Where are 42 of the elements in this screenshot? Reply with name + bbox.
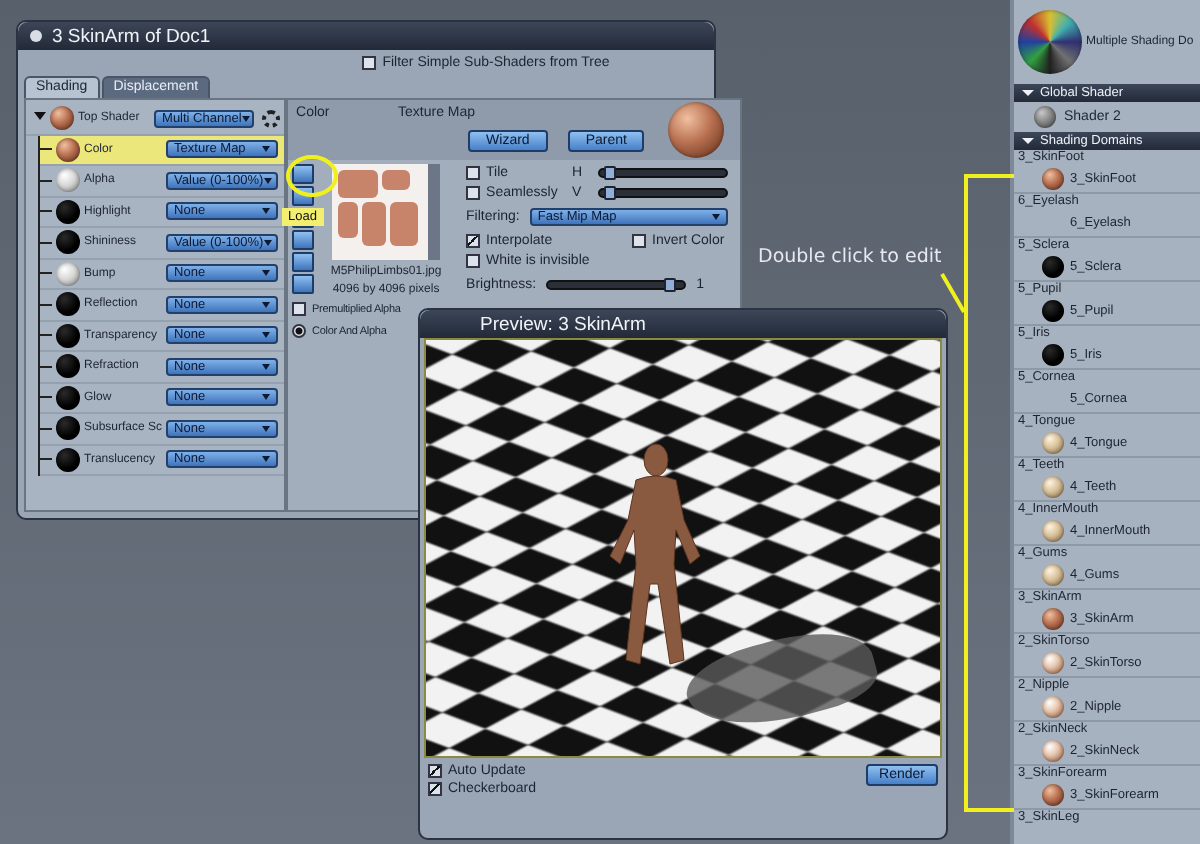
image-tool-button[interactable] bbox=[292, 164, 315, 184]
slider[interactable] bbox=[598, 168, 729, 178]
checkbox[interactable] bbox=[292, 302, 307, 316]
thumbnail-scrollbar bbox=[428, 164, 441, 260]
window-dot-icon bbox=[30, 30, 42, 42]
checkbox[interactable] bbox=[632, 234, 647, 248]
caret-icon bbox=[263, 177, 272, 184]
annotation-text: Double click to edit bbox=[758, 246, 942, 268]
caret-icon bbox=[262, 425, 271, 432]
gear-icon bbox=[262, 109, 281, 128]
window-title: 3 SkinArm of Doc1 bbox=[52, 25, 211, 47]
leader-line bbox=[940, 273, 966, 313]
caret-icon bbox=[262, 363, 271, 370]
checkbox[interactable] bbox=[466, 254, 481, 268]
image-tool-button[interactable] bbox=[292, 274, 315, 294]
checkbox[interactable] bbox=[466, 166, 481, 180]
slider[interactable] bbox=[598, 188, 729, 198]
caret-icon bbox=[262, 301, 271, 308]
caret-icon bbox=[262, 456, 271, 463]
slider-thumb[interactable] bbox=[663, 278, 676, 292]
radio-button[interactable] bbox=[292, 324, 307, 338]
slider[interactable] bbox=[546, 280, 687, 290]
highlight-circle bbox=[286, 155, 338, 197]
checkbox[interactable] bbox=[466, 186, 481, 200]
checkbox[interactable] bbox=[362, 56, 377, 70]
window-title: Preview: 3 SkinArm bbox=[480, 313, 646, 335]
checkbox[interactable] bbox=[466, 234, 481, 248]
caret-icon bbox=[263, 239, 272, 246]
image-tool-button[interactable] bbox=[292, 252, 315, 272]
image-tool-button[interactable] bbox=[292, 230, 315, 250]
caret-icon bbox=[712, 214, 721, 220]
checkbox[interactable] bbox=[428, 764, 442, 778]
caret-icon bbox=[262, 146, 271, 153]
caret-icon bbox=[241, 115, 250, 122]
caret-icon bbox=[262, 270, 271, 277]
slider-thumb[interactable] bbox=[603, 166, 616, 180]
slider-thumb[interactable] bbox=[603, 186, 616, 200]
texture-thumbnail bbox=[332, 164, 429, 260]
caret-icon bbox=[262, 394, 271, 401]
caret-icon bbox=[262, 332, 271, 339]
checkbox[interactable] bbox=[428, 782, 442, 796]
caret-icon bbox=[262, 208, 271, 215]
